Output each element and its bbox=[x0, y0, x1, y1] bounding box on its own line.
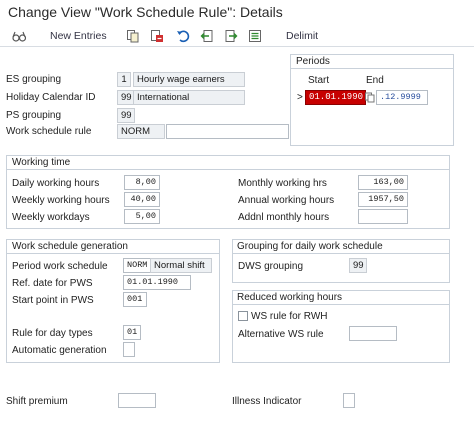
period-ws-text: Normal shift bbox=[150, 258, 212, 273]
periods-title: Periods bbox=[296, 56, 330, 67]
periods-start-label: Start bbox=[308, 75, 330, 86]
start-point-field[interactable]: 001 bbox=[123, 292, 147, 307]
daily-hours-label: Daily working hours bbox=[12, 178, 100, 189]
es-grouping-label: ES grouping bbox=[6, 74, 62, 85]
new-entries-button[interactable]: New Entries bbox=[50, 30, 107, 42]
periods-divider bbox=[290, 68, 454, 69]
ref-date-field[interactable]: 01.01.1990 bbox=[123, 275, 191, 290]
monthly-hours-field[interactable]: 163,00 bbox=[358, 175, 408, 190]
shift-premium-label: Shift premium bbox=[6, 396, 68, 407]
reduced-hours-title: Reduced working hours bbox=[237, 292, 343, 303]
monthly-hours-label: Monthly working hrs bbox=[238, 178, 327, 189]
page-title: Change View "Work Schedule Rule": Detail… bbox=[8, 4, 283, 20]
weekly-hours-label: Weekly working hours bbox=[12, 195, 110, 206]
ws-generation-divider bbox=[6, 253, 220, 254]
rule-day-types-label: Rule for day types bbox=[12, 328, 93, 339]
copy-icon[interactable] bbox=[126, 29, 140, 43]
work-schedule-rule-field[interactable]: NORM bbox=[117, 124, 165, 139]
illness-indicator-field[interactable] bbox=[343, 393, 355, 408]
illness-indicator-label: Illness Indicator bbox=[232, 396, 302, 407]
alt-ws-rule-label: Alternative WS rule bbox=[238, 329, 324, 340]
toolbar: New Entries Delimit bbox=[0, 26, 474, 47]
auto-generation-field[interactable] bbox=[123, 342, 135, 357]
holiday-calendar-text: International bbox=[133, 90, 245, 105]
ps-grouping-field[interactable]: 99 bbox=[117, 108, 135, 123]
ref-date-label: Ref. date for PWS bbox=[12, 278, 93, 289]
annual-hours-label: Annual working hours bbox=[238, 195, 335, 206]
period-ws-label: Period work schedule bbox=[12, 261, 108, 272]
annual-hours-field[interactable]: 1957,50 bbox=[358, 192, 408, 207]
es-grouping-field[interactable]: 1 bbox=[117, 72, 131, 87]
work-schedule-rule-text bbox=[166, 124, 289, 139]
periods-end-label: End bbox=[366, 75, 384, 86]
working-time-divider bbox=[6, 169, 450, 170]
weekly-workdays-field[interactable]: 5,00 bbox=[124, 209, 160, 224]
period-start-field[interactable]: 01.01.1990 bbox=[305, 90, 366, 105]
dws-grouping-field[interactable]: 99 bbox=[349, 258, 367, 273]
ws-rule-rwh-checkbox[interactable] bbox=[238, 311, 248, 321]
delimit-button[interactable]: Delimit bbox=[286, 30, 318, 42]
working-time-title: Working time bbox=[12, 157, 71, 168]
period-ws-field[interactable]: NORM bbox=[123, 258, 151, 273]
undo-icon[interactable] bbox=[176, 29, 190, 43]
es-grouping-text: Hourly wage earners bbox=[133, 72, 245, 87]
next-entry-icon[interactable] bbox=[224, 29, 238, 43]
calendar-help-icon[interactable] bbox=[365, 91, 375, 103]
holiday-calendar-label: Holiday Calendar ID bbox=[6, 92, 96, 103]
dws-grouping-title: Grouping for daily work schedule bbox=[237, 241, 383, 252]
ws-rule-rwh-label: WS rule for RWH bbox=[251, 311, 328, 322]
weekly-hours-field[interactable]: 40,00 bbox=[124, 192, 160, 207]
work-schedule-rule-label: Work schedule rule bbox=[6, 126, 92, 137]
addnl-monthly-label: Addnl monthly hours bbox=[238, 212, 330, 223]
daily-hours-field[interactable]: 8,00 bbox=[124, 175, 160, 190]
current-row-marker: > bbox=[297, 92, 303, 103]
reduced-hours-divider bbox=[232, 304, 450, 305]
glasses-icon[interactable] bbox=[12, 29, 26, 43]
addnl-monthly-field[interactable] bbox=[358, 209, 408, 224]
ws-generation-title: Work schedule generation bbox=[12, 241, 128, 252]
delete-icon[interactable] bbox=[150, 29, 164, 43]
dws-grouping-divider bbox=[232, 253, 450, 254]
dws-grouping-label: DWS grouping bbox=[238, 261, 304, 272]
start-point-label: Start point in PWS bbox=[12, 295, 94, 306]
shift-premium-field[interactable] bbox=[118, 393, 156, 408]
auto-generation-label: Automatic generation bbox=[12, 345, 107, 356]
select-all-icon[interactable] bbox=[248, 29, 262, 43]
period-end-field[interactable]: .12.9999 bbox=[376, 90, 428, 105]
alt-ws-rule-field[interactable] bbox=[349, 326, 397, 341]
previous-entry-icon[interactable] bbox=[200, 29, 214, 43]
ps-grouping-label: PS grouping bbox=[6, 110, 62, 121]
rule-day-types-field[interactable]: 01 bbox=[123, 325, 141, 340]
weekly-workdays-label: Weekly workdays bbox=[12, 212, 90, 223]
